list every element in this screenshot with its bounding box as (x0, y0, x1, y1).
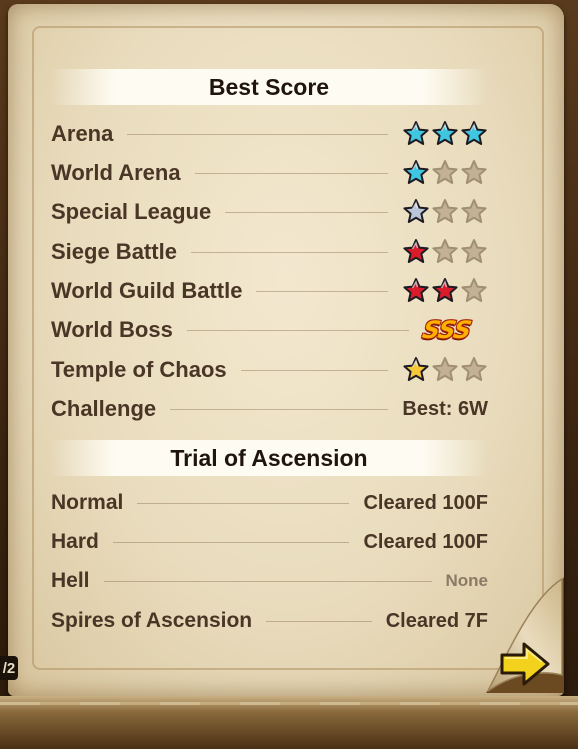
row-leader-line (225, 211, 388, 213)
row-value: Best: 6W (402, 397, 488, 420)
row-label: Challenge (51, 396, 157, 421)
row-label: Arena (51, 121, 114, 146)
empty-star-icon (461, 199, 487, 223)
filled-star-icon (461, 121, 487, 145)
score-row-special-league: Special League (51, 195, 488, 229)
empty-star-icon (461, 239, 487, 263)
row-label: Normal (51, 491, 124, 514)
filled-star-icon (403, 239, 429, 263)
row-label: World Arena (51, 160, 181, 185)
page-indicator: /2 (0, 656, 18, 680)
row-value: Cleared 100F (363, 530, 488, 553)
empty-star-icon (432, 357, 458, 381)
empty-star-icon (461, 160, 487, 184)
row-leader-line (112, 541, 350, 543)
filled-star-icon (432, 121, 458, 145)
filled-star-icon (403, 199, 429, 223)
star-rating (402, 198, 488, 226)
score-row-world-arena: World Arena (51, 156, 488, 190)
trial-row-hell: Hell None (51, 564, 488, 598)
filled-star-icon (403, 357, 429, 381)
empty-star-icon (461, 278, 487, 302)
row-label: World Guild Battle (51, 278, 243, 303)
row-label: Special League (51, 199, 212, 224)
row-leader-line (127, 133, 388, 135)
empty-star-icon (432, 199, 458, 223)
score-row-siege-battle: Siege Battle (51, 235, 488, 269)
row-leader-line (190, 251, 388, 253)
row-leader-line (170, 408, 389, 410)
row-label: Temple of Chaos (51, 357, 227, 382)
row-leader-line (103, 580, 432, 582)
row-value: Cleared 100F (363, 491, 488, 514)
row-leader-line (256, 290, 388, 292)
filled-star-icon (403, 160, 429, 184)
row-label: World Boss (51, 317, 173, 342)
row-value: Cleared 7F (385, 609, 488, 632)
score-row-world-guild-battle: World Guild Battle (51, 274, 488, 308)
best-score-header: Best Score (50, 69, 488, 105)
empty-star-icon (432, 239, 458, 263)
score-row-world-boss: World Boss SSS (51, 313, 488, 347)
row-label: Hard (51, 530, 99, 553)
score-row-arena: Arena (51, 117, 488, 151)
row-leader-line (194, 172, 388, 174)
star-rating (402, 356, 488, 384)
empty-star-icon (461, 357, 487, 381)
trial-row-normal: Normal Cleared 100F (51, 486, 488, 520)
row-label: Hell (51, 569, 90, 592)
grade-badge: SSS (419, 316, 473, 344)
trial-row-spires-of-ascension: Spires of Ascension Cleared 7F (51, 604, 488, 638)
star-rating (402, 277, 488, 305)
row-label: Spires of Ascension (51, 609, 253, 632)
score-row-challenge: Challenge Best: 6W (51, 392, 488, 426)
star-rating (402, 120, 488, 148)
trial-row-hard: Hard Cleared 100F (51, 525, 488, 559)
filled-star-icon (432, 278, 458, 302)
filled-star-icon (403, 278, 429, 302)
filled-star-icon (403, 121, 429, 145)
row-leader-line (137, 502, 350, 504)
next-page-arrow-icon[interactable] (498, 640, 552, 688)
score-row-temple-of-chaos: Temple of Chaos (51, 353, 488, 387)
page-stack-edge (0, 696, 578, 749)
row-label: Siege Battle (51, 239, 177, 264)
trial-of-ascension-header: Trial of Ascension (50, 440, 488, 476)
empty-star-icon (432, 160, 458, 184)
row-leader-line (266, 620, 372, 622)
row-leader-line (186, 329, 409, 331)
star-rating (402, 159, 488, 187)
star-rating (402, 238, 488, 266)
row-leader-line (240, 369, 388, 371)
